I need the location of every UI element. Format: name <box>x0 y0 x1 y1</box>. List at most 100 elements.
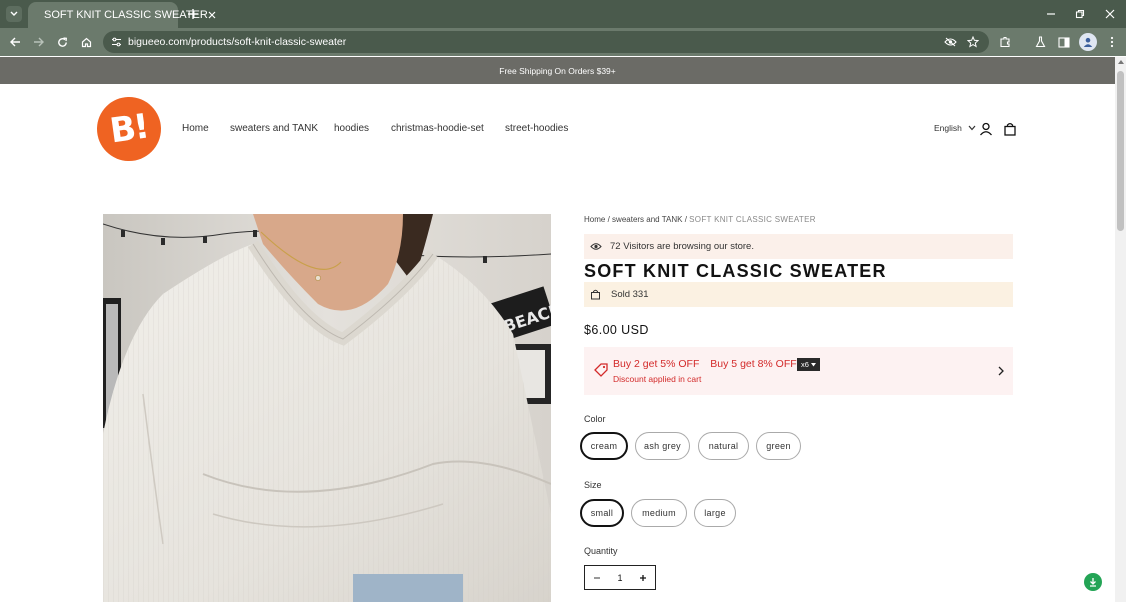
reload-button[interactable] <box>53 33 71 51</box>
user-icon <box>980 122 992 136</box>
size-option-small[interactable]: small <box>580 499 624 527</box>
product-price: $6.00 USD <box>584 323 649 337</box>
extensions-button[interactable] <box>996 33 1014 51</box>
chevron-down-icon <box>968 125 976 131</box>
sold-text: Sold 331 <box>611 289 649 300</box>
sold-count-banner: Sold 331 <box>584 282 1013 307</box>
breadcrumb-category[interactable]: sweaters and TANK <box>612 215 682 224</box>
reload-icon <box>57 36 67 47</box>
bookmark-button[interactable] <box>965 34 981 50</box>
home-icon <box>81 37 91 47</box>
download-arrow-icon <box>1090 578 1096 587</box>
side-panel-button[interactable] <box>1055 33 1073 51</box>
language-selector[interactable]: English <box>934 123 976 133</box>
promo-offer-2: Buy 5 get 8% OFF <box>710 358 797 370</box>
size-label: Size <box>584 480 602 490</box>
nav-link-hoodies[interactable]: hoodies <box>334 123 369 134</box>
shopping-bag-icon <box>1004 122 1016 136</box>
browser-tab-active[interactable]: SOFT KNIT CLASSIC SWEATER <box>28 2 216 28</box>
breadcrumb-separator: / <box>607 215 610 224</box>
product-title: SOFT KNIT CLASSIC SWEATER <box>584 261 887 281</box>
store-logo[interactable]: B! <box>97 97 161 161</box>
forward-button[interactable] <box>29 33 47 51</box>
minus-icon <box>594 577 600 578</box>
scrollbar-thumb[interactable] <box>1117 71 1124 231</box>
promo-badge-text: x6 <box>801 360 809 369</box>
chat-widget-button[interactable] <box>1084 573 1102 591</box>
flask-icon <box>1035 36 1045 48</box>
color-option-natural[interactable]: natural <box>698 432 749 460</box>
eye-icon <box>590 243 602 250</box>
cart-button[interactable] <box>1002 121 1018 137</box>
volume-discount-banner[interactable]: Buy 2 get 5% OFF Buy 5 get 8% OFF x6 Dis… <box>584 347 1013 395</box>
promo-count-badge[interactable]: x6 <box>797 358 820 371</box>
nav-link-sweaters-and-tank[interactable]: sweaters and TANK <box>230 123 318 134</box>
minimize-icon <box>1047 13 1055 15</box>
tag-icon <box>594 363 608 377</box>
product-image[interactable]: BEACH <box>103 214 551 602</box>
promo-offers: Buy 2 get 5% OFF Buy 5 get 8% OFF <box>613 358 805 370</box>
quantity-input[interactable]: 1 <box>617 573 622 583</box>
nav-link-home[interactable]: Home <box>182 123 209 134</box>
promo-subtext: Discount applied in cart <box>613 374 702 384</box>
quantity-label: Quantity <box>584 546 618 556</box>
close-icon <box>208 11 216 19</box>
labs-button[interactable] <box>1031 33 1049 51</box>
browser-tab-bar: SOFT KNIT CLASSIC SWEATER <box>0 0 1126 28</box>
quantity-stepper: 1 <box>584 565 656 590</box>
browser-menu-button[interactable] <box>1103 33 1121 51</box>
side-panel-icon <box>1058 36 1070 48</box>
language-label: English <box>934 123 962 133</box>
plus-icon <box>639 574 646 581</box>
color-option-ash-grey[interactable]: ash grey <box>635 432 690 460</box>
size-option-medium[interactable]: medium <box>631 499 687 527</box>
caret-down-icon <box>810 362 816 366</box>
minimize-button[interactable] <box>1042 5 1060 23</box>
puzzle-icon <box>1000 36 1010 48</box>
quantity-decrease-button[interactable] <box>591 572 603 584</box>
more-vertical-icon <box>1110 36 1114 48</box>
color-option-green[interactable]: green <box>756 432 801 460</box>
shopping-bag-icon <box>591 289 600 300</box>
address-bar[interactable]: bigueeo.com/products/soft-knit-classic-s… <box>103 31 989 53</box>
breadcrumb: Home / sweaters and TANK / SOFT KNIT CLA… <box>584 215 816 224</box>
promo-expand-button[interactable] <box>995 364 1007 378</box>
tune-icon <box>111 37 121 47</box>
breadcrumb-current: SOFT KNIT CLASSIC SWEATER <box>689 215 816 224</box>
chevron-down-icon <box>10 11 18 16</box>
home-button[interactable] <box>77 33 95 51</box>
browser-toolbar: bigueeo.com/products/soft-knit-classic-s… <box>0 28 1126 56</box>
url-text: bigueeo.com/products/soft-knit-classic-s… <box>128 36 347 48</box>
tab-search-button[interactable] <box>6 6 22 22</box>
nav-link-christmas-hoodie-set[interactable]: christmas-hoodie-set <box>391 123 484 134</box>
visitors-banner: 72 Visitors are browsing our store. <box>584 234 1013 259</box>
arrow-left-icon <box>9 37 20 47</box>
close-icon <box>1105 9 1115 19</box>
back-button[interactable] <box>6 33 24 51</box>
visitors-text: 72 Visitors are browsing our store. <box>610 241 754 252</box>
breadcrumb-separator: / <box>684 215 687 224</box>
close-window-button[interactable] <box>1101 5 1119 23</box>
scroll-up-arrow-icon[interactable] <box>1118 60 1124 64</box>
profile-button[interactable] <box>1079 33 1097 51</box>
color-label: Color <box>584 414 606 424</box>
announcement-bar: Free Shipping On Orders $39+ <box>0 57 1115 84</box>
logo-text: B! <box>107 106 151 152</box>
size-option-large[interactable]: large <box>694 499 736 527</box>
nav-link-street-hoodies[interactable]: street-hoodies <box>505 123 568 134</box>
account-button[interactable] <box>978 121 994 137</box>
arrow-right-icon <box>33 37 44 47</box>
avatar-icon <box>1083 37 1093 47</box>
site-info-button[interactable] <box>109 35 123 49</box>
color-option-cream[interactable]: cream <box>580 432 628 460</box>
breadcrumb-home[interactable]: Home <box>584 215 605 224</box>
tab-close-button[interactable] <box>208 7 216 23</box>
product-photo-illustration: BEACH <box>103 214 551 602</box>
page-scrollbar[interactable] <box>1115 57 1126 602</box>
restore-button[interactable] <box>1071 5 1089 23</box>
new-tab-button[interactable] <box>184 5 202 23</box>
promo-offer-1: Buy 2 get 5% OFF <box>613 358 700 370</box>
quantity-increase-button[interactable] <box>637 572 649 584</box>
tracking-protection-button[interactable] <box>942 34 958 50</box>
announcement-text: Free Shipping On Orders $39+ <box>499 65 616 76</box>
